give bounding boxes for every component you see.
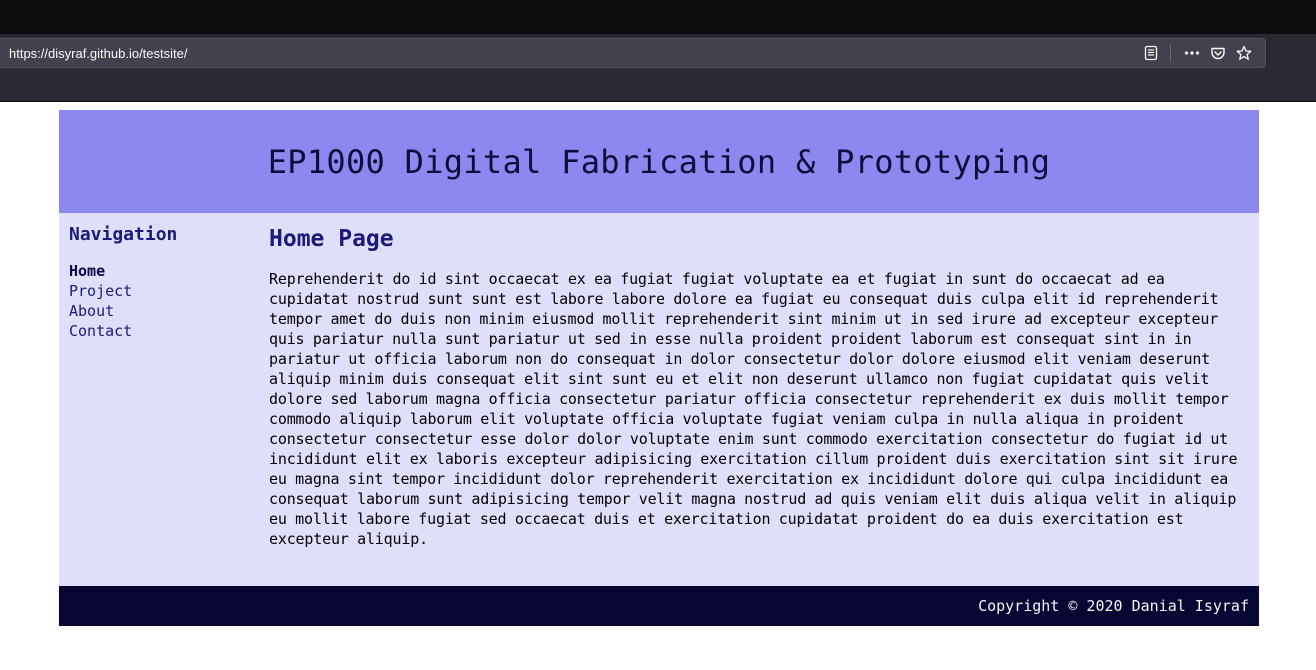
site-header: EP1000 Digital Fabrication & Prototyping xyxy=(59,110,1259,213)
reader-view-icon[interactable] xyxy=(1138,41,1164,65)
copyright-text: Copyright © 2020 Danial Isyraf xyxy=(978,597,1249,615)
nav-link-about[interactable]: About xyxy=(69,301,259,321)
nav-link-contact[interactable]: Contact xyxy=(69,321,259,341)
browser-tab-strip xyxy=(0,0,1316,34)
browser-toolbar: https://disyraf.github.io/testsite/ xyxy=(0,34,1316,102)
url-text[interactable]: https://disyraf.github.io/testsite/ xyxy=(9,46,1138,61)
url-separator xyxy=(1170,44,1171,62)
url-bar[interactable]: https://disyraf.github.io/testsite/ xyxy=(0,38,1266,68)
nav-link-project[interactable]: Project xyxy=(69,281,259,301)
nav-item-contact: Contact xyxy=(69,321,259,341)
nav-item-about: About xyxy=(69,301,259,321)
bookmark-star-icon[interactable] xyxy=(1231,41,1257,65)
site-body: Navigation Home Project About Contact Ho… xyxy=(59,213,1259,586)
page-actions-icon[interactable] xyxy=(1179,41,1205,65)
pocket-icon[interactable] xyxy=(1205,41,1231,65)
body-paragraph: Reprehenderit do id sint occaecat ex ea … xyxy=(269,270,1238,548)
nav-item-project: Project xyxy=(69,281,259,301)
nav-link-home[interactable]: Home xyxy=(69,261,259,281)
nav-list: Home Project About Contact xyxy=(69,261,259,341)
main-content: Home Page Reprehenderit do id sint occae… xyxy=(259,213,1259,586)
sidebar-title: Navigation xyxy=(69,224,178,245)
site-footer: Copyright © 2020 Danial Isyraf xyxy=(59,586,1259,626)
site-title: EP1000 Digital Fabrication & Prototyping xyxy=(267,142,1051,181)
page-title: Home Page xyxy=(269,226,394,252)
website: EP1000 Digital Fabrication & Prototyping… xyxy=(59,110,1259,626)
nav-item-home: Home xyxy=(69,261,259,281)
url-actions xyxy=(1138,39,1265,67)
sidebar: Navigation Home Project About Contact xyxy=(59,213,259,586)
